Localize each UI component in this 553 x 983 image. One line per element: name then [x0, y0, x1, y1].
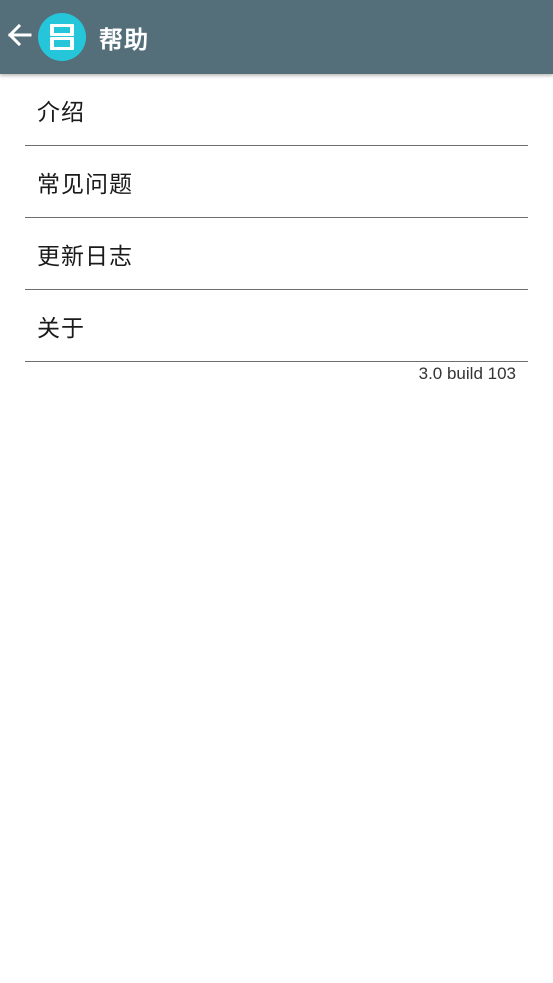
- menu-item-label: 常见问题: [37, 171, 133, 198]
- menu-item-about[interactable]: 关于: [25, 290, 528, 362]
- menu-item-label: 更新日志: [37, 243, 133, 270]
- version-label: 3.0 build 103: [418, 364, 516, 383]
- page-title: 帮助: [99, 25, 149, 54]
- help-menu-list: 介绍 常见问题 更新日志 关于: [25, 74, 528, 362]
- menu-item-label: 介绍: [37, 99, 85, 126]
- back-button[interactable]: [1, 0, 37, 74]
- app-bar: 帮助: [0, 0, 553, 74]
- menu-item-faq[interactable]: 常见问题: [25, 146, 528, 218]
- menu-item-changelog[interactable]: 更新日志: [25, 218, 528, 290]
- arrow-back-icon: [6, 22, 32, 52]
- menu-item-label: 关于: [37, 315, 85, 342]
- menu-item-introduction[interactable]: 介绍: [25, 74, 528, 146]
- app-logo-icon: [38, 13, 86, 61]
